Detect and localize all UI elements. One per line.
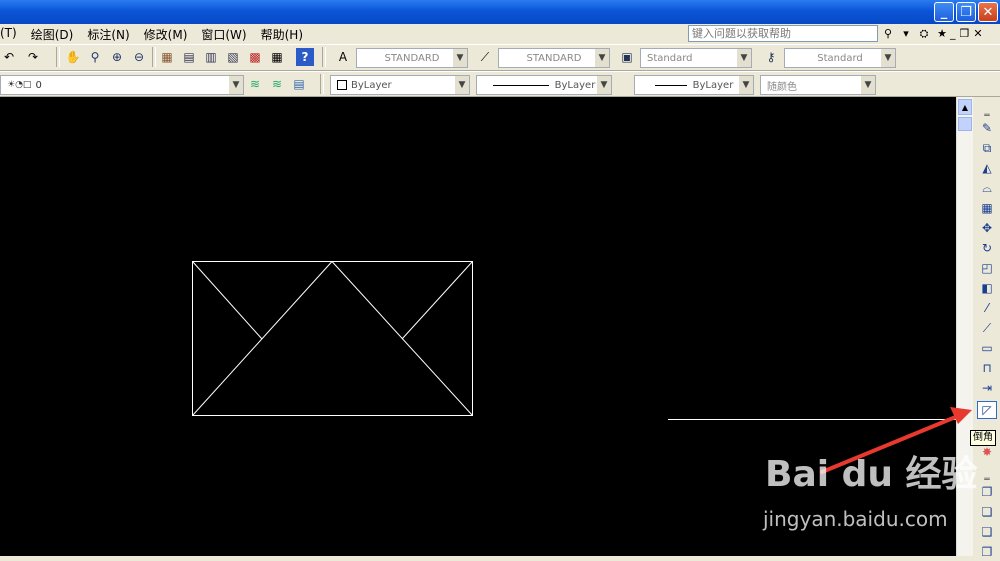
watermark-logo: Bai du 经验 [765,454,978,495]
watermark-url: jingyan.baidu.com [763,507,948,531]
annotation-arrow-head [950,407,972,424]
baidu-watermark: Bai du 经验 jingyan.baidu.com [763,445,978,531]
